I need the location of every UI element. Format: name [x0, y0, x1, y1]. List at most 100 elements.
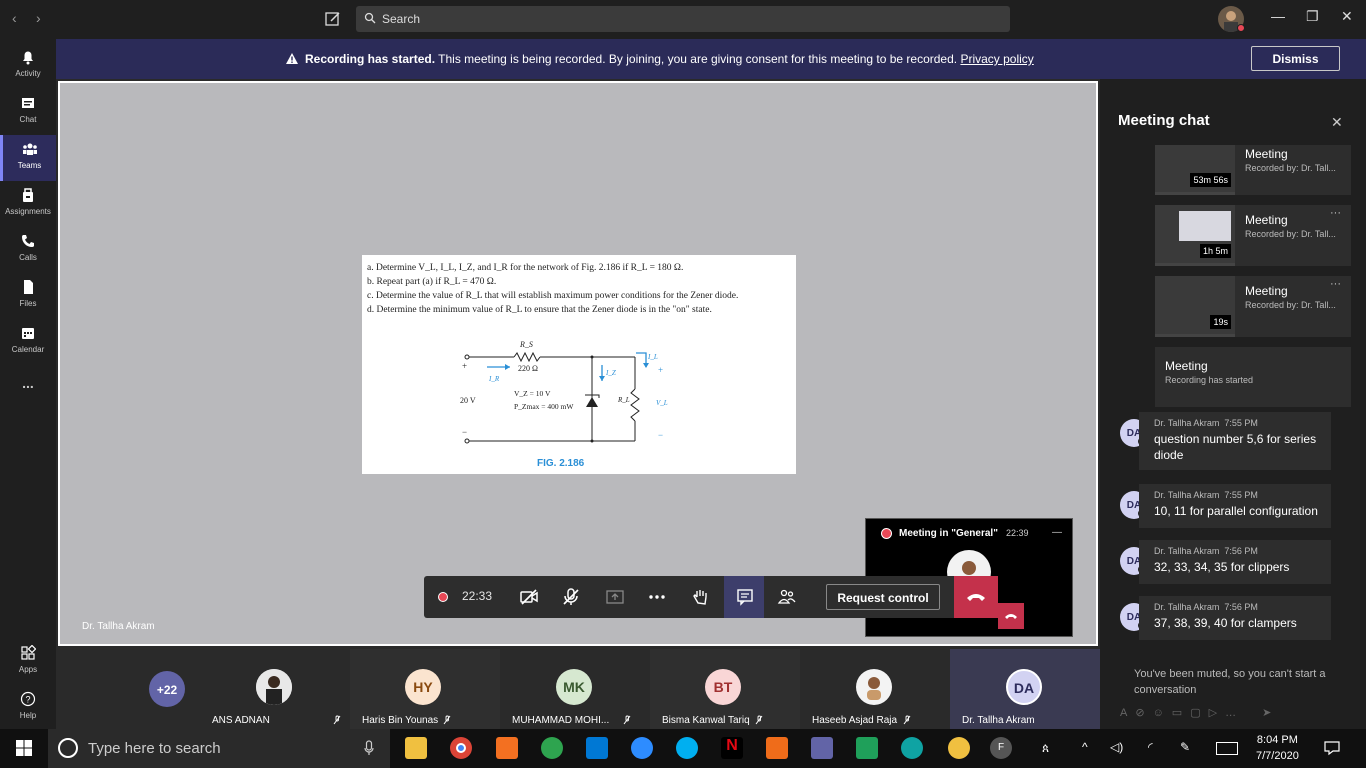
app-icon[interactable] — [856, 737, 878, 759]
rail-label: Activity — [15, 69, 41, 78]
user-icon[interactable]: F — [990, 737, 1012, 759]
back-icon[interactable]: ‹ — [12, 10, 17, 26]
rail-label: Apps — [18, 665, 38, 674]
vscode-icon[interactable] — [586, 737, 608, 759]
compose-toolbar: A⊘☺▭▢▷… ➤ — [1120, 706, 1350, 722]
meeting-chat-panel: Meeting chat ✕ 53m 56s Meeting Recorded … — [1100, 79, 1366, 729]
keyboard-icon[interactable] — [1216, 742, 1238, 755]
rail-teams[interactable]: Teams — [0, 135, 56, 181]
participant-tile[interactable]: ANS ADNAN — [200, 649, 350, 729]
mini-hangup-button[interactable] — [998, 603, 1024, 629]
recording-by: Recorded by: Dr. Tall... — [1245, 163, 1336, 173]
mic-muted-icon — [333, 715, 341, 725]
source-minus: − — [462, 427, 467, 437]
close-chat-icon[interactable]: ✕ — [1331, 114, 1343, 131]
taskbar-search-input[interactable]: Type here to search — [48, 729, 390, 768]
recording-card[interactable]: 53m 56s Meeting Recorded by: Dr. Tall... — [1155, 145, 1351, 195]
chat-message[interactable]: Dr. Tallha Akram 7:55 PM 10, 11 for para… — [1139, 484, 1331, 528]
pen-icon[interactable]: ✎ — [1180, 740, 1190, 754]
sublime-icon[interactable] — [496, 737, 518, 759]
message-author: Dr. Tallha Akram — [1154, 602, 1220, 612]
people-icon[interactable]: ጰ — [1042, 741, 1049, 756]
share-button[interactable] — [594, 576, 634, 618]
clock-date: 7/7/2020 — [1256, 750, 1299, 762]
rail-more[interactable]: ... — [0, 375, 56, 421]
file-explorer-icon[interactable] — [405, 737, 427, 759]
chevron-up-icon[interactable]: ^ — [1082, 740, 1088, 754]
windows-start-icon[interactable] — [16, 740, 32, 756]
skype-icon[interactable] — [676, 737, 698, 759]
recording-by: Recorded by: Dr. Tall... — [1245, 300, 1336, 310]
rail-calendar[interactable]: Calendar — [0, 319, 56, 365]
notification-icon[interactable] — [1324, 740, 1340, 756]
status-busy-dot — [1237, 24, 1245, 32]
rail-chat[interactable]: Chat — [0, 89, 56, 135]
rail-assignments[interactable]: Assignments — [0, 181, 56, 227]
edge-icon[interactable] — [901, 737, 923, 759]
forward-icon[interactable]: › — [36, 10, 41, 26]
restore-button[interactable]: ❐ — [1306, 8, 1319, 25]
minimize-button[interactable]: — — [1271, 8, 1285, 24]
app-icon[interactable] — [541, 737, 563, 759]
microphone-icon[interactable] — [364, 740, 374, 756]
recording-duration: 19s — [1210, 315, 1231, 329]
more-participants-badge[interactable]: +22 — [149, 671, 185, 707]
rl-label: R_L — [617, 396, 630, 404]
raise-hand-button[interactable] — [680, 576, 720, 618]
rail-calls[interactable]: Calls — [0, 227, 56, 273]
chat-message[interactable]: Dr. Tallha Akram 7:55 PM question number… — [1139, 412, 1331, 470]
chat-message[interactable]: Dr. Tallha Akram 7:56 PM 32, 33, 34, 35 … — [1139, 540, 1331, 584]
muted-notice: You've been muted, so you can't start a … — [1134, 668, 1326, 696]
mini-minimize-icon[interactable]: — — [1052, 527, 1062, 538]
participant-tile[interactable]: DA Dr. Tallha Akram — [950, 649, 1100, 729]
hang-up-button[interactable] — [954, 576, 998, 618]
message-time: 7:56 PM — [1224, 602, 1258, 612]
speaker-icon[interactable]: ◁) — [1110, 740, 1123, 754]
participant-tile[interactable]: Haseeb Asjad Raja — [800, 649, 950, 729]
wifi-icon[interactable]: ◜ — [1148, 740, 1153, 754]
mic-off-button[interactable] — [550, 576, 590, 618]
zoom-icon[interactable] — [631, 737, 653, 759]
recording-more-icon[interactable]: ··· — [1330, 278, 1341, 290]
rail-activity[interactable]: Activity — [0, 43, 56, 89]
teams-taskbar-icon[interactable] — [811, 737, 833, 759]
apps-icon — [21, 645, 36, 660]
participant-name: Bisma Kanwal Tariq — [662, 715, 750, 726]
taskbar-clock[interactable]: 8:04 PM 7/7/2020 — [1256, 732, 1299, 764]
chat-message[interactable]: Dr. Tallha Akram 7:56 PM 37, 38, 39, 40 … — [1139, 596, 1331, 640]
xampp-icon[interactable] — [766, 737, 788, 759]
help-icon[interactable] — [948, 737, 970, 759]
chrome-icon[interactable] — [450, 737, 472, 759]
camera-off-button[interactable] — [508, 576, 548, 618]
chat-toggle-button[interactable] — [724, 576, 764, 618]
rail-help[interactable]: ? Help — [0, 685, 56, 731]
new-chat-icon[interactable] — [324, 10, 342, 28]
format-icon: A — [1120, 707, 1136, 719]
participants-button[interactable] — [766, 576, 806, 618]
message-text: 10, 11 for parallel configuration — [1154, 504, 1318, 518]
attach-icon: ⊘ — [1135, 707, 1153, 719]
dismiss-button[interactable]: Dismiss — [1251, 46, 1340, 71]
privacy-policy-link[interactable]: Privacy policy — [960, 52, 1033, 66]
mic-muted-icon — [755, 715, 763, 725]
participant-tile[interactable]: BT Bisma Kanwal Tariq — [650, 649, 800, 729]
search-input[interactable]: Search — [356, 6, 1010, 32]
emoji-icon: ☺ — [1152, 707, 1172, 719]
cortana-icon — [58, 738, 78, 758]
rail-files[interactable]: Files — [0, 273, 56, 319]
more-actions-button[interactable] — [636, 576, 676, 618]
recording-dot — [881, 528, 892, 539]
figure-caption: FIG. 2.186 — [537, 458, 585, 469]
recording-card[interactable]: 19s Meeting Recorded by: Dr. Tall... ··· — [1155, 276, 1351, 337]
problem-line: c. Determine the value of R_L that will … — [367, 291, 739, 301]
close-button[interactable]: ✕ — [1341, 8, 1353, 25]
participant-tile[interactable]: HY Haris Bin Younas — [350, 649, 500, 729]
rail-apps[interactable]: Apps — [0, 639, 56, 685]
recording-more-icon[interactable]: ··· — [1330, 207, 1341, 219]
netflix-icon[interactable]: N — [721, 737, 743, 759]
mic-muted-icon — [903, 715, 911, 725]
rail-label: Assignments — [5, 207, 51, 216]
request-control-button[interactable]: Request control — [826, 584, 940, 610]
participant-initials: DA — [1006, 669, 1042, 705]
recording-card[interactable]: 1h 5m Meeting Recorded by: Dr. Tall... ·… — [1155, 205, 1351, 266]
